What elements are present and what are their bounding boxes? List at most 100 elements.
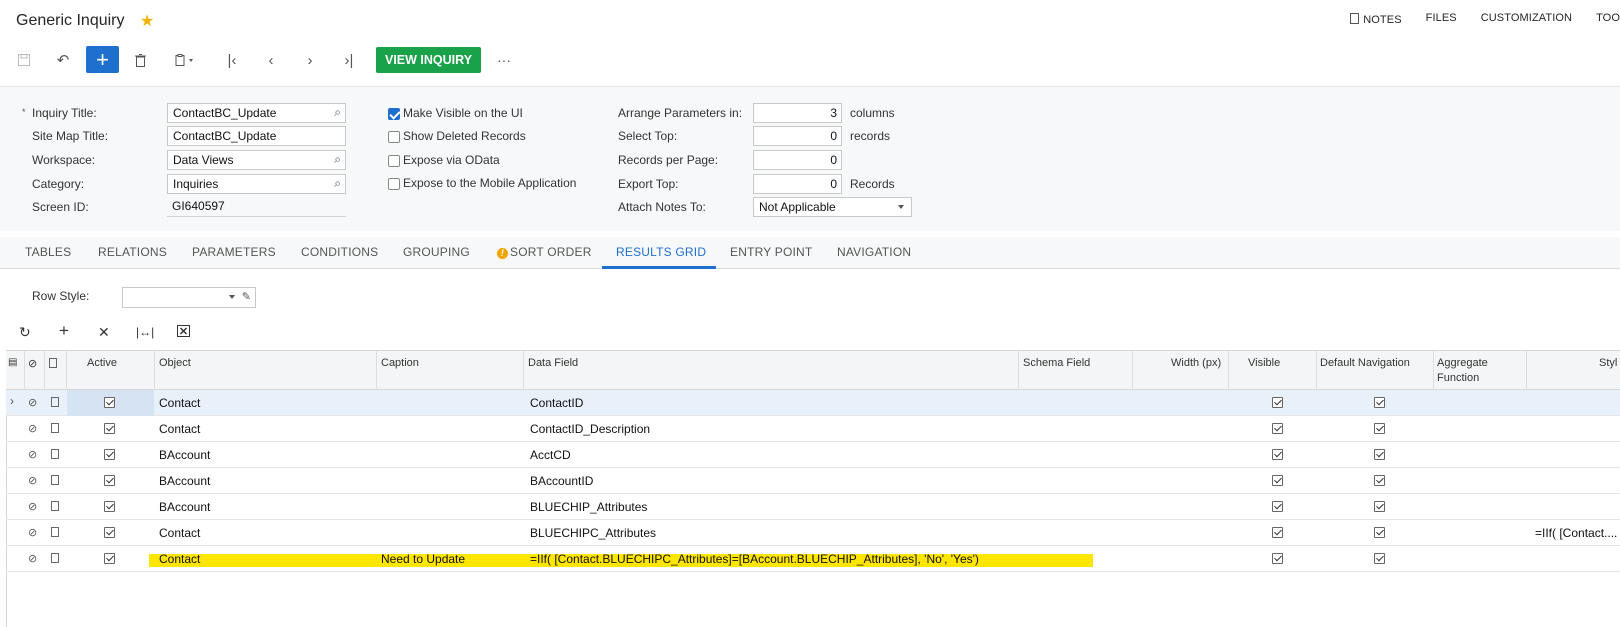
visible-checkbox[interactable] [1272,397,1283,408]
col-visible[interactable]: Visible [1248,357,1280,369]
last-record-icon[interactable]: ›| [334,46,364,74]
note-icon[interactable] [51,423,59,433]
make-visible-checkbox[interactable] [388,108,400,120]
table-row[interactable]: ⊘ BAccount BAccountID [6,468,1620,494]
attachment-icon[interactable]: ⊘ [28,474,37,487]
note-icon[interactable] [51,501,59,511]
search-icon[interactable]: ⌕ [334,105,341,120]
default-navigation-checkbox[interactable] [1374,475,1385,486]
more-icon[interactable]: ··· [489,46,519,74]
next-record-icon[interactable]: › [295,46,325,74]
visible-checkbox[interactable] [1272,475,1283,486]
arrange-columns-field[interactable]: 3 [753,103,842,123]
attach-notes-select[interactable]: Not Applicable [753,197,912,217]
view-inquiry-button[interactable]: VIEW INQUIRY [376,47,482,73]
col-style[interactable]: Styl [1599,357,1617,369]
col-caption[interactable]: Caption [381,357,419,369]
tab-parameters[interactable]: PARAMETERS [192,245,276,259]
edit-pencil-icon[interactable]: ✎ [242,290,251,303]
row-selector-icon[interactable]: ▤ [8,357,17,368]
notes-link[interactable]: NOTES [1350,12,1402,26]
object-cell[interactable]: Contact [159,552,200,566]
object-cell[interactable]: BAccount [159,474,210,488]
add-row-icon[interactable]: + [59,321,69,341]
workspace-field[interactable]: Data Views ⌕ [167,150,346,170]
attachment-icon[interactable]: ⊘ [28,448,37,461]
undo-icon[interactable]: ↶ [48,46,78,74]
table-row[interactable]: ⊘ BAccount BLUECHIP_Attributes [6,494,1620,520]
add-button[interactable]: + [86,46,119,73]
visible-checkbox[interactable] [1272,553,1283,564]
active-checkbox[interactable] [104,475,115,486]
records-per-page-field[interactable]: 0 [753,150,842,170]
category-field[interactable]: Inquiries ⌕ [167,174,346,194]
data-field-cell[interactable]: AcctCD [530,448,571,462]
attachment-icon[interactable]: ⊘ [28,552,37,565]
tab-sort-order[interactable]: ! SORT ORDER [497,245,592,259]
tab-results-grid[interactable]: RESULTS GRID [616,245,706,259]
active-checkbox[interactable] [104,527,115,538]
note-icon[interactable] [51,449,59,459]
inquiry-title-field[interactable]: ContactBC_Update ⌕ [167,103,346,123]
export-top-field[interactable]: 0 [753,174,842,194]
object-cell[interactable]: Contact [159,396,200,410]
previous-record-icon[interactable]: ‹ [256,46,286,74]
tools-link[interactable]: TOO [1596,12,1620,26]
visible-checkbox[interactable] [1272,423,1283,434]
col-aggregate[interactable]: Aggregate [1437,357,1488,369]
table-row[interactable]: ⊘ BAccount AcctCD [6,442,1620,468]
attachment-icon[interactable]: ⊘ [28,422,37,435]
tab-navigation[interactable]: NAVIGATION [837,245,911,259]
object-cell[interactable]: BAccount [159,448,210,462]
note-icon[interactable] [51,553,59,563]
col-active[interactable]: Active [87,357,117,369]
visible-checkbox[interactable] [1272,501,1283,512]
site-map-title-field[interactable]: ContactBC_Update [167,126,346,146]
refresh-icon[interactable]: ↻ [19,324,31,341]
expose-odata-checkbox[interactable] [388,155,400,167]
visible-checkbox[interactable] [1272,527,1283,538]
customization-link[interactable]: CUSTOMIZATION [1481,12,1572,26]
tab-relations[interactable]: RELATIONS [98,245,167,259]
visible-checkbox[interactable] [1272,449,1283,460]
tab-entry-point[interactable]: ENTRY POINT [730,245,812,259]
table-row[interactable]: ⊘ Contact ContactID_Description [6,416,1620,442]
note-icon[interactable] [51,397,59,407]
delete-icon[interactable] [125,46,155,74]
favorite-star-icon[interactable]: ★ [140,11,154,31]
default-navigation-checkbox[interactable] [1374,449,1385,460]
active-checkbox[interactable] [104,553,115,564]
object-cell[interactable]: Contact [159,526,200,540]
save-icon[interactable] [9,46,39,74]
note-icon[interactable] [51,527,59,537]
col-default-navigation[interactable]: Default Navigation [1320,357,1410,369]
col-schema-field[interactable]: Schema Field [1023,357,1090,369]
row-style-select[interactable]: ✎ [122,287,256,308]
data-field-cell[interactable]: ContactID_Description [530,422,650,436]
note-icon[interactable] [51,475,59,485]
col-object[interactable]: Object [159,357,191,369]
data-field-cell[interactable]: ContactID [530,396,583,410]
active-checkbox[interactable] [104,449,115,460]
caption-cell[interactable]: Need to Update [381,552,465,566]
select-top-field[interactable]: 0 [753,126,842,146]
table-row[interactable]: ⊘ Contact BLUECHIPC_Attributes =IIf( [Conta… [6,520,1620,546]
files-link[interactable]: FILES [1426,12,1457,26]
tab-conditions[interactable]: CONDITIONS [301,245,378,259]
table-row[interactable]: ⊘ Contact Need to Update =IIf( [Contact.BLU… [6,546,1620,572]
default-navigation-checkbox[interactable] [1374,423,1385,434]
search-icon[interactable]: ⌕ [334,176,341,191]
default-navigation-checkbox[interactable] [1374,501,1385,512]
style-cell[interactable]: =IIf( [Contact.... [1535,526,1617,540]
delete-row-icon[interactable]: ✕ [98,324,110,341]
attachment-icon[interactable]: ⊘ [28,526,37,539]
active-checkbox[interactable] [104,397,115,408]
data-field-cell[interactable]: BLUECHIPC_Attributes [530,526,656,540]
show-deleted-checkbox[interactable] [388,131,400,143]
expose-mobile-checkbox[interactable] [388,178,400,190]
object-cell[interactable]: Contact [159,422,200,436]
excel-export-icon[interactable] [177,324,190,340]
tab-tables[interactable]: TABLES [25,245,71,259]
data-field-cell[interactable]: =IIf( [Contact.BLUECHIPC_Attributes]=[BA… [530,552,979,566]
active-checkbox[interactable] [104,501,115,512]
